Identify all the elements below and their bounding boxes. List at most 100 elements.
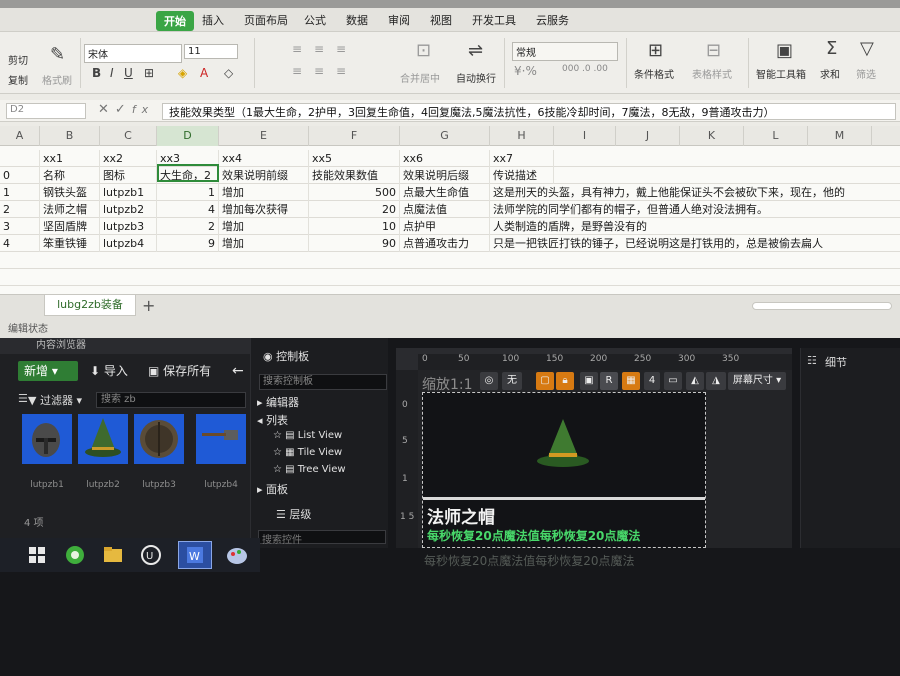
- italic-icon[interactable]: I: [110, 66, 114, 80]
- cell-f[interactable]: xx5: [309, 150, 400, 167]
- cell-g[interactable]: 点护甲: [400, 218, 490, 235]
- cancel-icon[interactable]: ✕: [98, 102, 115, 117]
- paint-icon[interactable]: [220, 541, 254, 569]
- col-header-g[interactable]: G: [400, 126, 490, 146]
- col-header-i[interactable]: I: [554, 126, 616, 146]
- col-header-l[interactable]: L: [744, 126, 808, 146]
- cell-h[interactable]: 法师学院的同学们都有的帽子，但普通人绝对没法拥有。: [490, 201, 900, 218]
- border-icon[interactable]: ⊞: [144, 66, 154, 80]
- respect-locks-icon[interactable]: ▣: [580, 372, 598, 390]
- clear-icon[interactable]: ◇: [224, 66, 233, 80]
- menu-insert[interactable]: 插入: [202, 12, 224, 28]
- confirm-icon[interactable]: ✓: [115, 102, 132, 117]
- asset-tile[interactable]: lutpzb4: [196, 414, 246, 490]
- menu-page-layout[interactable]: 页面布局: [244, 12, 288, 28]
- font-name-select[interactable]: 宋体: [84, 44, 182, 63]
- filter-button[interactable]: 筛选: [856, 66, 876, 81]
- cell-f[interactable]: 技能效果数值: [309, 167, 400, 184]
- grid-size-button[interactable]: 4: [644, 372, 660, 390]
- cell-b[interactable]: 法师之帽: [40, 201, 100, 218]
- menu-review[interactable]: 审阅: [388, 12, 410, 28]
- cell-g[interactable]: 点魔法值: [400, 201, 490, 218]
- cell-d[interactable]: 9: [157, 235, 219, 252]
- menu-developer[interactable]: 开发工具: [472, 12, 516, 28]
- localization-button[interactable]: 无: [502, 372, 522, 390]
- cell-d[interactable]: 大生命，2: [157, 167, 219, 184]
- horizontal-scrollbar[interactable]: [752, 302, 892, 310]
- palette-item-tile-view[interactable]: ☆ ▦ Tile View: [273, 447, 342, 458]
- palette-category-list[interactable]: ◂ 列表: [257, 412, 288, 428]
- sheet-tab[interactable]: lubg2zb装备: [44, 295, 136, 316]
- palette-search-input[interactable]: 搜索控制板: [259, 374, 387, 390]
- cell-h[interactable]: 传说描述: [490, 167, 554, 184]
- palette-item-list-view[interactable]: ☆ ▤ List View: [273, 430, 342, 441]
- asset-tile[interactable]: lutpzb3: [134, 414, 184, 490]
- col-header-c[interactable]: C: [100, 126, 157, 146]
- align-bottom-icon[interactable]: ≡: [336, 42, 346, 56]
- hierarchy-search-input[interactable]: 搜索控件: [258, 530, 386, 546]
- filter-button[interactable]: ▼ 过滤器 ▾: [28, 392, 82, 408]
- cell-a[interactable]: 0: [0, 167, 40, 184]
- cell-e[interactable]: xx4: [219, 150, 309, 167]
- cell-f[interactable]: 10: [309, 218, 400, 235]
- cell-c[interactable]: lutpzb4: [100, 235, 157, 252]
- cell-c[interactable]: xx2: [100, 150, 157, 167]
- browser-icon[interactable]: [58, 541, 92, 569]
- wrap-text-button[interactable]: 自动换行: [456, 70, 496, 85]
- col-header-d[interactable]: D: [157, 126, 219, 146]
- cell-c[interactable]: lutpzb1: [100, 184, 157, 201]
- col-header-m[interactable]: M: [808, 126, 872, 146]
- align-center-icon[interactable]: ≡: [314, 64, 324, 78]
- col-header-a[interactable]: A: [0, 126, 40, 146]
- cell-e[interactable]: 增加每次获得: [219, 201, 309, 218]
- menu-start[interactable]: 开始: [156, 11, 194, 31]
- cell-f[interactable]: 20: [309, 201, 400, 218]
- smart-toolbox-button[interactable]: 智能工具箱: [756, 66, 806, 81]
- align-top-icon[interactable]: ≡: [292, 42, 302, 56]
- asset-tile[interactable]: lutpzb1: [22, 414, 72, 490]
- col-header-e[interactable]: E: [219, 126, 309, 146]
- screen-size-dropdown[interactable]: 屏幕尺寸 ▾: [728, 372, 786, 390]
- grid-snap-icon[interactable]: ▦: [622, 372, 640, 390]
- palette-category-editor[interactable]: ▸ 编辑器: [257, 394, 299, 410]
- palette-category-panel[interactable]: ▸ 面板: [257, 481, 288, 497]
- menu-cloud[interactable]: 云服务: [536, 12, 569, 28]
- formula-input[interactable]: 技能效果类型（1最大生命，2护甲，3回复生命值，4回复魔法,5魔法抗性，6技能冷…: [162, 103, 896, 120]
- cell-b[interactable]: 笨重铁锤: [40, 235, 100, 252]
- cell-d[interactable]: xx3: [157, 150, 219, 167]
- r-toggle-button[interactable]: R: [600, 372, 618, 390]
- col-header-h[interactable]: H: [490, 126, 554, 146]
- cell-g[interactable]: 点普通攻击力: [400, 235, 490, 252]
- cell-a[interactable]: 4: [0, 235, 40, 252]
- sources-icon[interactable]: ☰: [18, 392, 28, 405]
- cell-d[interactable]: 4: [157, 201, 219, 218]
- content-browser-tab[interactable]: 内容浏览器: [0, 338, 250, 354]
- cell-a[interactable]: 1: [0, 184, 40, 201]
- cell-a[interactable]: 3: [0, 218, 40, 235]
- cell-c[interactable]: lutpzb3: [100, 218, 157, 235]
- align-middle-icon[interactable]: ≡: [314, 42, 324, 56]
- menu-formula[interactable]: 公式: [304, 12, 326, 28]
- decimal-icon[interactable]: 000 .0 .00: [562, 64, 608, 74]
- col-header-b[interactable]: B: [40, 126, 100, 146]
- currency-icon[interactable]: ¥·%: [514, 64, 537, 78]
- cell-b[interactable]: xx1: [40, 150, 100, 167]
- align-right-icon[interactable]: ≡: [336, 64, 346, 78]
- cell-d[interactable]: 1: [157, 184, 219, 201]
- mirror-icon[interactable]: ◮: [706, 372, 726, 390]
- cell-h[interactable]: 只是一把铁匠打铁的锤子，已经说明这是打铁用的，总是被偷去扁人: [490, 235, 900, 252]
- cell-e[interactable]: 增加: [219, 218, 309, 235]
- cell-d[interactable]: 2: [157, 218, 219, 235]
- flip-icon[interactable]: ◭: [686, 372, 704, 390]
- conditional-format-button[interactable]: 条件格式: [634, 66, 674, 81]
- import-button[interactable]: ⬇ 导入: [90, 361, 128, 381]
- name-box[interactable]: D2: [6, 103, 86, 119]
- unreal-engine-icon[interactable]: U: [134, 541, 168, 569]
- bold-icon[interactable]: B: [92, 66, 101, 80]
- cut-button[interactable]: 剪切: [8, 52, 28, 67]
- palette-item-tree-view[interactable]: ☆ ▤ Tree View: [273, 464, 346, 475]
- wps-spreadsheet-icon[interactable]: W: [178, 541, 212, 569]
- table-style-button[interactable]: 表格样式: [692, 66, 732, 81]
- sum-button[interactable]: 求和: [820, 66, 840, 81]
- cell-h[interactable]: 这是刑天的头盔，具有神力，戴上他能保证头不会被砍下来，现在，他的: [490, 184, 900, 201]
